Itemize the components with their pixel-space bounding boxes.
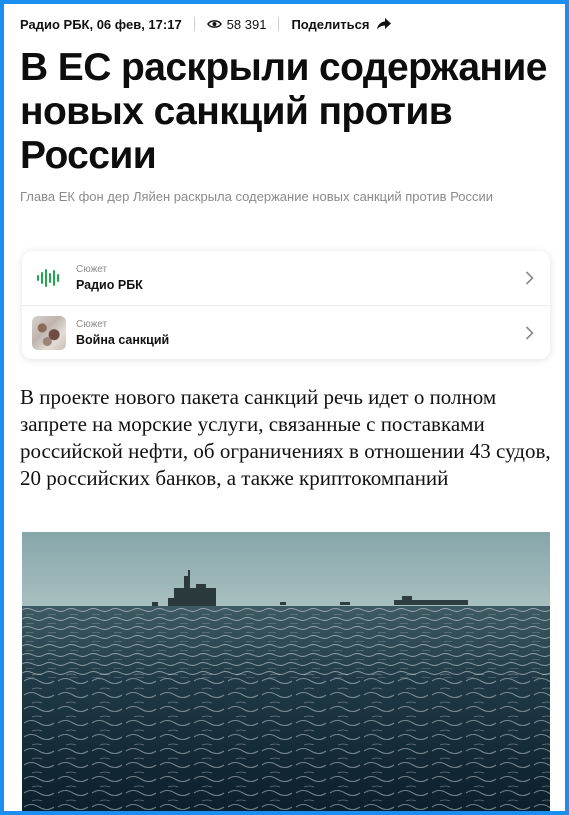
radio-wave-icon (37, 269, 59, 287)
page-frame: Радио РБК, 06 фев, 17:17 58 391 Поделить… (0, 0, 569, 815)
share-label: Поделиться (291, 16, 370, 32)
story-item-radio-rbc[interactable]: Сюжет Радио РБК (22, 251, 550, 305)
share-button[interactable]: Поделиться (291, 16, 392, 32)
divider (278, 17, 280, 31)
map-thumbnail (32, 315, 66, 350)
story-kind: Сюжет (76, 318, 108, 330)
views-counter: 58 391 (206, 16, 267, 32)
eye-icon (206, 20, 222, 28)
article-photo[interactable] (22, 532, 550, 811)
story-name: Радио РБК (76, 278, 143, 292)
article-title: В ЕС раскрыли содержание новых санкций п… (20, 46, 547, 177)
chevron-right-icon (525, 325, 534, 340)
views-count: 58 391 (226, 16, 267, 32)
article-meta: Радио РБК, 06 фев, 17:17 58 391 Поделить… (20, 14, 392, 34)
article-lead: В проекте нового пакета санкций речь иде… (20, 385, 551, 490)
sea-oil-platform-image (22, 532, 550, 811)
story-thumb (32, 261, 66, 295)
chevron-right-icon (525, 271, 534, 285)
story-kind: Сюжет (76, 264, 108, 275)
source-date[interactable]: Радио РБК, 06 фев, 17:17 (20, 17, 182, 32)
stories-card: Сюжет Радио РБК Сюжет Война санкций (22, 251, 550, 359)
story-name: Война санкций (76, 332, 170, 347)
article-subtitle: Глава ЕК фон дер Ляйен раскрыла содержан… (20, 189, 494, 204)
divider (193, 17, 195, 31)
share-arrow-icon (377, 18, 392, 30)
story-item-sanctions-war[interactable]: Сюжет Война санкций (22, 305, 550, 359)
